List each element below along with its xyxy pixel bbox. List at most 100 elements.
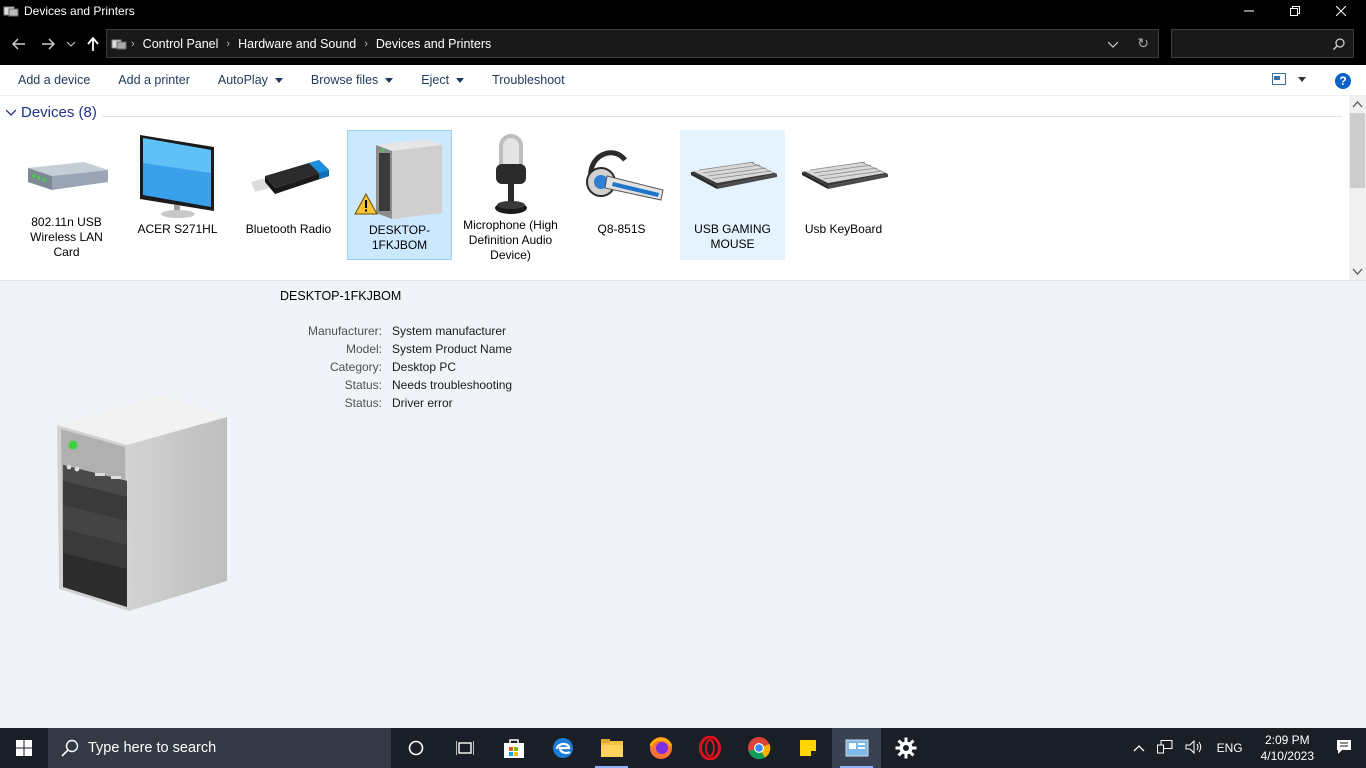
gear-icon [895,737,916,759]
devices-group-header[interactable]: Devices (8) [6,104,97,121]
change-view-button[interactable] [1272,73,1306,85]
task-view-icon [455,741,474,755]
opera-icon [698,736,721,760]
scrollbar-thumb[interactable] [1350,113,1365,188]
property-value: System Product Name [392,342,513,356]
volume-button[interactable] [1179,739,1209,757]
property-value: Desktop PC [392,360,457,374]
refresh-button[interactable]: ↻ [1137,35,1149,52]
headset-icon [572,130,672,222]
back-arrow-icon [12,38,25,50]
command-bar: Add a device Add a printer AutoPlay Brow… [0,65,1366,96]
device-tile-bluetooth[interactable]: Bluetooth Radio [236,130,341,260]
property-value: Needs troubleshooting [392,378,513,392]
edge-button[interactable] [538,728,587,768]
taskbar-search-box[interactable]: Type here to search [48,728,391,768]
chevron-down-icon [67,41,75,47]
add-device-button[interactable]: Add a device [0,65,104,96]
property-key: Status: [344,396,382,410]
device-tile-wlan[interactable]: 802.11n USB Wireless LAN Card [14,130,119,260]
device-tile-monitor[interactable]: ACER S271HL [125,130,230,260]
device-label: DESKTOP-1FKJBOM [368,223,431,252]
warning-icon [353,193,378,215]
property-key: Status: [344,378,382,392]
refresh-icon: ↻ [1137,35,1149,51]
control-panel-icon [111,39,127,49]
devices-printers-icon [3,6,19,17]
address-dropdown-button[interactable] [1107,37,1119,51]
chrome-icon [747,737,770,760]
breadcrumb-separator: › [226,37,231,50]
back-button[interactable] [9,34,29,54]
group-divider [102,116,1342,117]
file-explorer-button[interactable] [587,728,636,768]
wlan-adapter-icon [17,130,117,215]
desktop-pc-icon [350,131,450,223]
troubleshoot-button[interactable]: Troubleshoot [478,65,579,96]
up-arrow-icon [87,37,99,51]
recent-locations-button[interactable] [63,34,79,54]
sticky-notes-icon [799,740,816,756]
network-button[interactable] [1151,739,1179,757]
restore-button[interactable] [1272,0,1318,22]
chrome-button[interactable] [734,728,783,768]
forward-button[interactable] [38,34,58,54]
search-icon [61,739,79,757]
add-printer-button[interactable]: Add a printer [104,65,204,96]
settings-button[interactable] [881,728,930,768]
large-desktop-pc-icon [55,393,250,616]
property-value: System manufacturer [392,324,507,338]
dropdown-caret-icon [1298,76,1306,82]
help-button[interactable]: ? [1335,73,1351,89]
close-button[interactable] [1318,0,1364,22]
breadcrumb-hardware-and-sound[interactable]: Hardware and Sound [238,37,356,51]
chevron-up-icon [1133,745,1145,752]
clock[interactable]: 2:09 PM 4/10/2023 [1251,732,1324,764]
up-button[interactable] [83,34,103,54]
device-tile-desktop[interactable]: DESKTOP-1FKJBOM [347,130,452,260]
control-panel-taskbar-button[interactable] [832,728,881,768]
eject-label: Eject [421,73,450,87]
address-bar[interactable]: › Control Panel › Hardware and Sound › D… [106,29,1159,58]
devices-pane: Devices (8) 802.11n USB Wireless LAN Car… [0,96,1366,280]
property-row: Manufacturer: System manufacturer [300,324,512,342]
breadcrumb-devices-and-printers[interactable]: Devices and Printers [376,37,491,51]
cortana-button[interactable] [391,728,440,768]
sticky-notes-button[interactable] [783,728,832,768]
device-tile-gaming-mouse[interactable]: USB GAMING MOUSE [680,130,785,260]
search-input[interactable] [1171,29,1354,58]
microsoft-store-button[interactable] [489,728,538,768]
property-value: Driver error [392,396,453,410]
property-row: Model: System Product Name [300,342,512,360]
property-key: Manufacturer: [307,324,382,338]
device-label: Usb KeyBoard [804,222,883,236]
devices-scrollbar[interactable] [1349,96,1366,280]
show-hidden-icons-button[interactable] [1127,741,1151,755]
property-row: Category: Desktop PC [300,360,512,378]
title-bar: Devices and Printers [0,0,1366,22]
eject-button[interactable]: Eject [407,65,478,96]
firefox-button[interactable] [636,728,685,768]
window-title: Devices and Printers [24,4,135,18]
close-icon [1336,6,1346,16]
keyboard-icon [794,130,894,222]
browse-files-button[interactable]: Browse files [297,65,407,96]
restore-icon [1290,6,1300,16]
opera-button[interactable] [685,728,734,768]
device-tile-keyboard[interactable]: Usb KeyBoard [791,130,896,260]
task-view-button[interactable] [440,728,489,768]
folder-icon [600,739,623,757]
action-center-button[interactable] [1324,739,1366,758]
cortana-icon [408,740,423,756]
device-label: 802.11n USB Wireless LAN Card [30,215,103,259]
input-language[interactable]: ENG [1209,741,1251,755]
system-tray: ENG 2:09 PM 4/10/2023 [1127,728,1366,768]
windows-logo-icon [16,740,32,756]
device-tile-microphone[interactable]: Microphone (High Definition Audio Device… [458,130,563,262]
autoplay-button[interactable]: AutoPlay [204,65,297,96]
device-tile-headset[interactable]: Q8-851S [569,130,674,260]
breadcrumb-control-panel[interactable]: Control Panel [143,37,219,51]
clock-time: 2:09 PM [1264,733,1310,747]
minimize-button[interactable] [1226,0,1272,22]
start-button[interactable] [0,728,48,768]
